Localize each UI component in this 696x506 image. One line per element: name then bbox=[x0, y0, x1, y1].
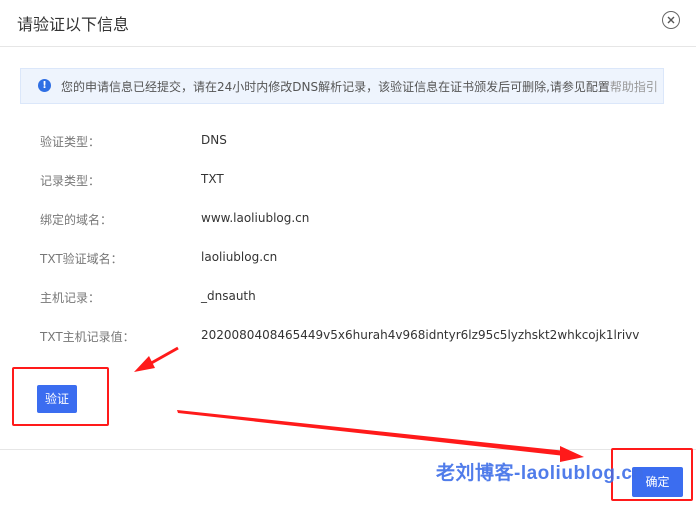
arrow-to-ok bbox=[177, 410, 584, 462]
arrow-to-verify bbox=[134, 346, 179, 372]
verification-dialog: 请验证以下信息 ! 您的申请信息已经提交，请在24小时内修改DNS解析记录，该验… bbox=[0, 0, 696, 506]
watermark-text: 老刘博客-laoliublog.cn bbox=[436, 463, 645, 484]
annotation-arrows bbox=[134, 346, 584, 462]
